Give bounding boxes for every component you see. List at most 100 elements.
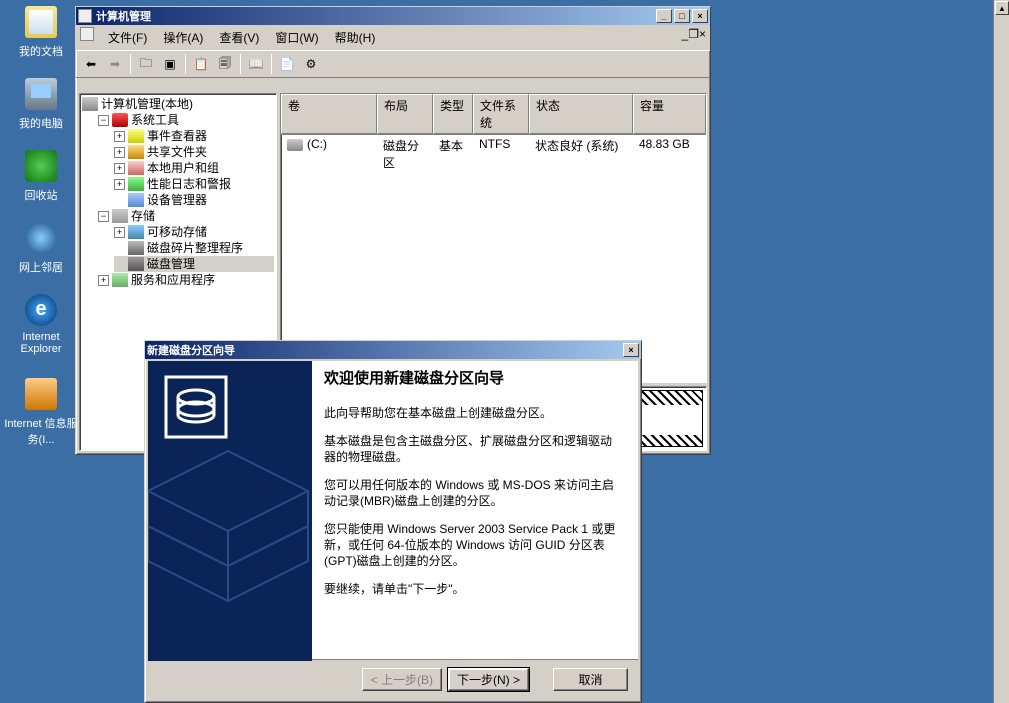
col-fs[interactable]: 文件系统 (473, 94, 529, 134)
scroll-up-icon[interactable]: ▲ (995, 1, 1009, 15)
tree-storage[interactable]: −存储 (98, 208, 274, 224)
wizard-text: 要继续，请单击"下一步"。 (324, 581, 618, 597)
menubar: 文件(F) 操作(A) 查看(V) 窗口(W) 帮助(H) _ ❐ × (76, 25, 710, 50)
event-icon (128, 129, 144, 143)
wizard-button-bar: < 上一步(B) 下一步(N) > 取消 (148, 659, 638, 699)
expand-icon[interactable]: + (114, 227, 125, 238)
wizard-close-button[interactable]: × (623, 343, 639, 357)
share-icon (128, 145, 144, 159)
iis-icon (25, 378, 57, 410)
col-status[interactable]: 状态 (529, 94, 633, 134)
perf-icon (128, 177, 144, 191)
col-capacity[interactable]: 容量 (633, 94, 706, 134)
desktop-icon-iis[interactable]: Internet 信息服务(I... (0, 378, 82, 448)
col-type[interactable]: 类型 (433, 94, 473, 134)
services-icon (112, 273, 128, 287)
removable-icon (128, 225, 144, 239)
tools-icon (112, 113, 128, 127)
desktop-scrollbar[interactable]: ▲ (993, 0, 1009, 703)
titlebar[interactable]: 计算机管理 _ □ × (76, 7, 710, 25)
network-icon (25, 222, 57, 254)
properties-button[interactable]: 📋 (190, 53, 212, 75)
wizard-titlebar[interactable]: 新建磁盘分区向导 × (145, 341, 641, 359)
icon-label: 回收站 (23, 186, 60, 204)
storage-icon (112, 209, 128, 223)
back-button[interactable]: ⬅ (80, 53, 102, 75)
refresh-button[interactable]: 🗐 (214, 53, 236, 75)
desktop-icon-my-computer[interactable]: 我的电脑 (6, 78, 76, 132)
tree-root[interactable]: 计算机管理(本地) (82, 96, 274, 112)
col-volume[interactable]: 卷 (281, 94, 377, 134)
desktop-icon-recycle[interactable]: 回收站 (6, 150, 76, 204)
wizard-content: 欢迎使用新建磁盘分区向导 此向导帮助您在基本磁盘上创建磁盘分区。 基本磁盘是包含… (312, 361, 638, 659)
tree-perf-logs[interactable]: +性能日志和警报 (114, 176, 274, 192)
menu-file[interactable]: 文件(F) (100, 27, 155, 48)
wizard-heading: 欢迎使用新建磁盘分区向导 (324, 371, 618, 387)
list-header: 卷 布局 类型 文件系统 状态 容量 (281, 94, 706, 135)
mdi-restore-button[interactable]: ❐ (688, 27, 699, 48)
volume-row[interactable]: (C:) 磁盘分区 基本 NTFS 状态良好 (系统) 48.83 GB (281, 135, 706, 173)
icon-label: 我的文档 (17, 42, 65, 60)
tree-local-users[interactable]: +本地用户和组 (114, 160, 274, 176)
back-button: < 上一步(B) (362, 668, 442, 691)
menu-help[interactable]: 帮助(H) (327, 27, 384, 48)
icon-label: Internet 信息服务(I... (0, 414, 82, 448)
window-title: 计算机管理 (96, 8, 151, 24)
collapse-icon[interactable]: − (98, 115, 109, 126)
show-hide-button[interactable]: ▣ (159, 53, 181, 75)
folder-icon (25, 6, 57, 38)
forward-button[interactable]: ➡ (104, 53, 126, 75)
tree-device-mgr[interactable]: 设备管理器 (114, 192, 274, 208)
desktop-icon-my-docs[interactable]: 我的文档 (6, 6, 76, 60)
cancel-button[interactable]: 取消 (553, 668, 628, 691)
expand-icon[interactable]: + (98, 275, 109, 286)
menu-window[interactable]: 窗口(W) (267, 27, 326, 48)
tool-button-2[interactable]: ⚙ (300, 53, 322, 75)
tree-shared-folders[interactable]: +共享文件夹 (114, 144, 274, 160)
icon-label: Internet Explorer (6, 330, 76, 356)
tree-removable[interactable]: +可移动存储 (114, 224, 274, 240)
desktop-icon-network[interactable]: 网上邻居 (6, 222, 76, 276)
expand-icon[interactable]: + (114, 131, 125, 142)
tree-disk-mgmt[interactable]: 磁盘管理 (114, 256, 274, 272)
up-button[interactable]: 🗀 (135, 53, 157, 75)
menu-action[interactable]: 操作(A) (155, 27, 211, 48)
disk-icon (128, 257, 144, 271)
management-icon (82, 97, 98, 111)
close-button[interactable]: × (692, 9, 708, 23)
icon-label: 网上邻居 (17, 258, 65, 276)
menu-view[interactable]: 查看(V) (211, 27, 267, 48)
mdi-minimize-button[interactable]: _ (682, 27, 689, 48)
volume-icon (287, 139, 303, 151)
recycle-icon (25, 150, 57, 182)
tree-event-viewer[interactable]: +事件查看器 (114, 128, 274, 144)
icon-label: 我的电脑 (17, 114, 65, 132)
col-layout[interactable]: 布局 (377, 94, 433, 134)
tree-services[interactable]: +服务和应用程序 (98, 272, 274, 288)
help-button[interactable]: 📖 (245, 53, 267, 75)
wizard-text: 您可以用任何版本的 Windows 或 MS-DOS 来访问主启动记录(MBR)… (324, 477, 618, 509)
users-icon (128, 161, 144, 175)
next-button[interactable]: 下一步(N) > (448, 668, 529, 691)
expand-icon[interactable]: + (114, 163, 125, 174)
toolbar: ⬅ ➡ 🗀 ▣ 📋 🗐 📖 📄 ⚙ (76, 50, 710, 78)
app-small-icon (80, 27, 94, 41)
computer-icon (25, 78, 57, 110)
desktop-icon-ie[interactable]: Internet Explorer (6, 294, 76, 356)
mdi-close-button[interactable]: × (699, 27, 706, 48)
wizard-text: 基本磁盘是包含主磁盘分区、扩展磁盘分区和逻辑驱动器的物理磁盘。 (324, 433, 618, 465)
device-icon (128, 193, 144, 207)
expand-icon[interactable]: + (114, 179, 125, 190)
maximize-button[interactable]: □ (674, 9, 690, 23)
expand-icon[interactable]: + (114, 147, 125, 158)
wizard-title: 新建磁盘分区向导 (147, 342, 235, 358)
wizard-sidebar-graphic (148, 361, 312, 659)
minimize-button[interactable]: _ (656, 9, 672, 23)
app-icon (78, 9, 92, 23)
collapse-icon[interactable]: − (98, 211, 109, 222)
defrag-icon (128, 241, 144, 255)
new-partition-wizard: 新建磁盘分区向导 × (144, 340, 642, 703)
tree-system-tools[interactable]: −系统工具 (98, 112, 274, 128)
tool-button[interactable]: 📄 (276, 53, 298, 75)
tree-defrag[interactable]: 磁盘碎片整理程序 (114, 240, 274, 256)
